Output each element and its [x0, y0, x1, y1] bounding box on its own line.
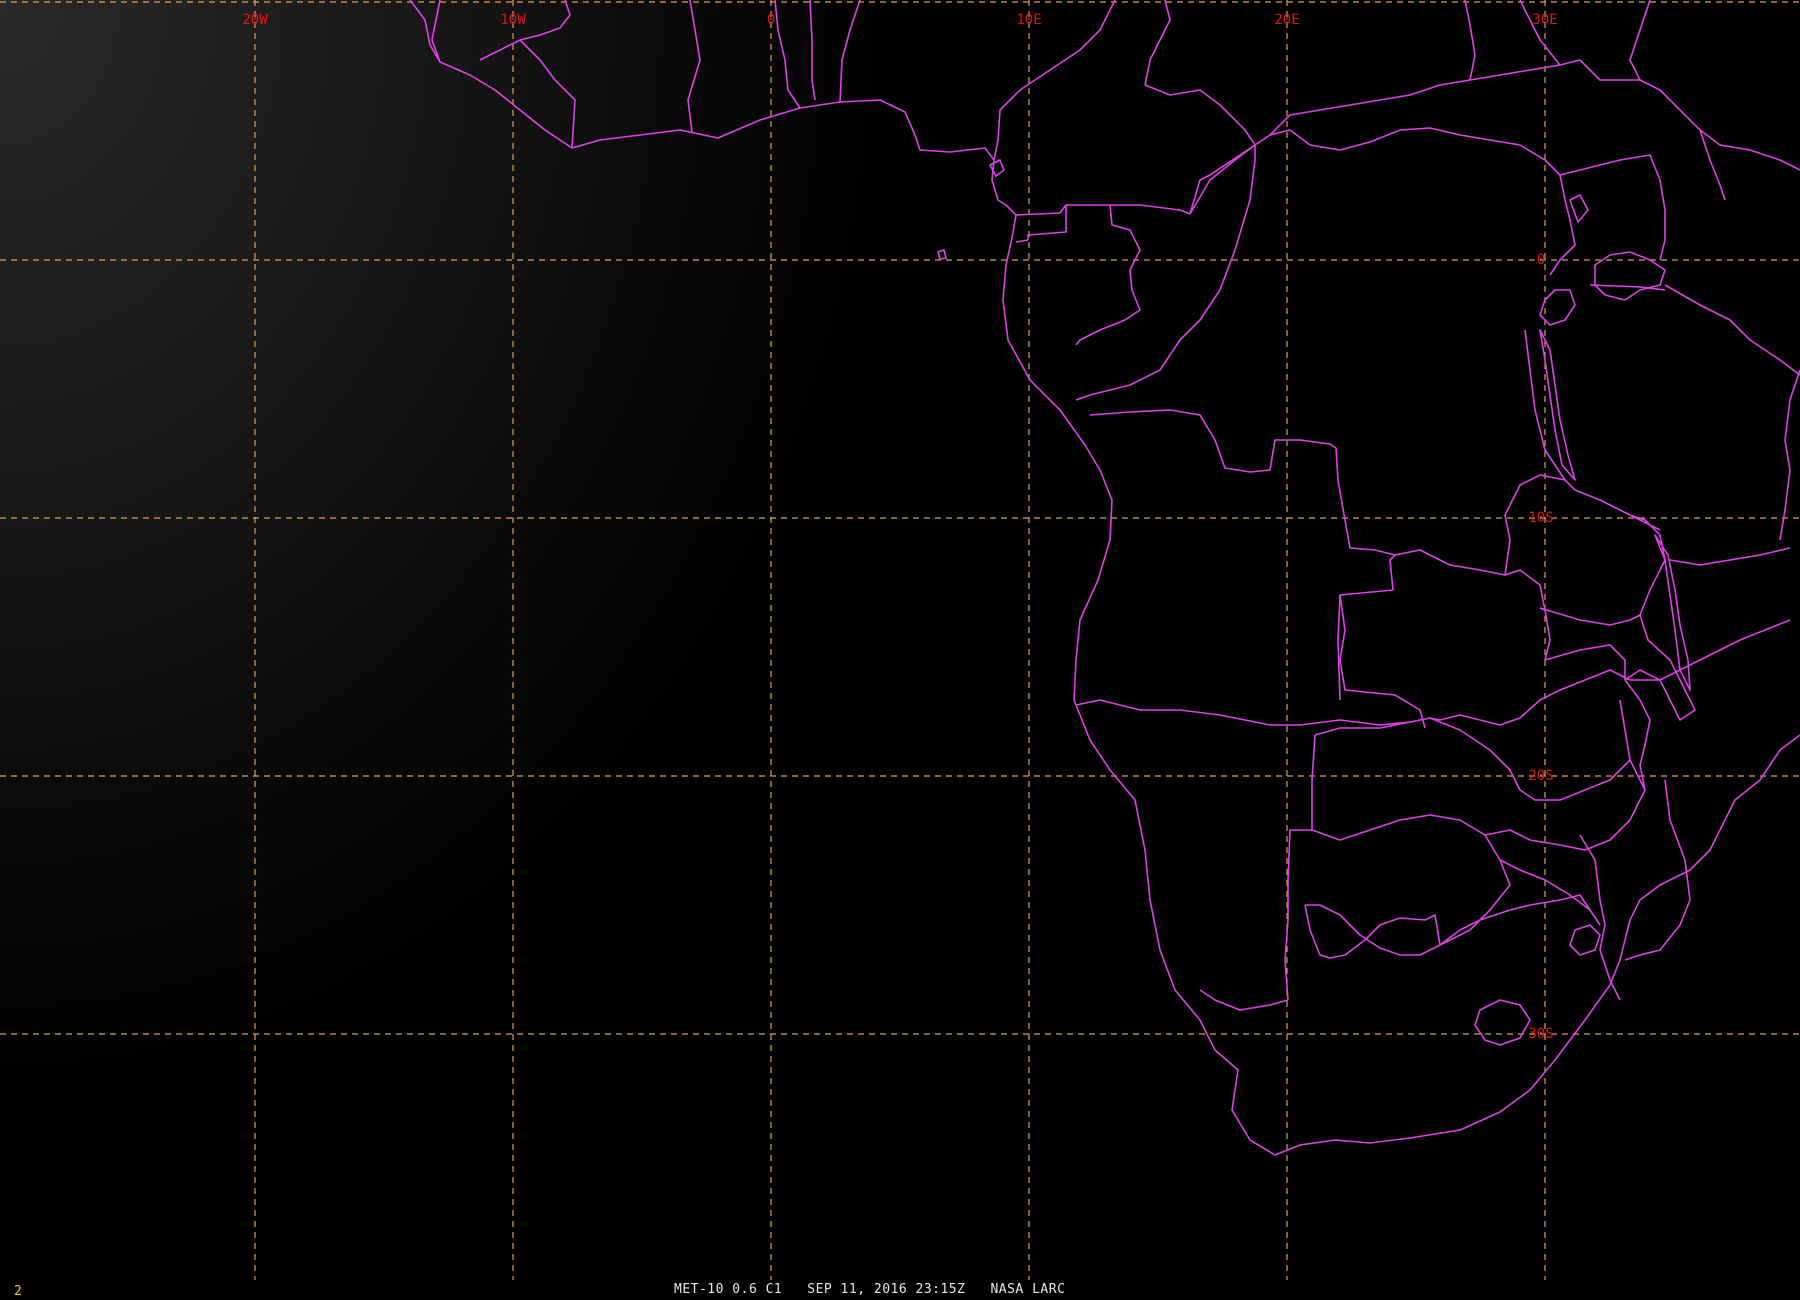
- longitude-label-30e: 30E: [1532, 12, 1557, 28]
- latitude-label-10s: 10S: [1528, 510, 1553, 526]
- lake-victoria: [1594, 251, 1666, 301]
- map-canvas[interactable]: 20W 10W 0 10E 20E 30E 0 10S 20S 30S: [0, 0, 1800, 1300]
- gabon-east-border: [1075, 204, 1141, 346]
- grid-labels: 20W 10W 0 10E 20E 30E 0 10S 20S 30S: [242, 12, 1557, 1042]
- congo-border: [1144, 84, 1256, 215]
- satellite-image-viewer[interactable]: 20W 10W 0 10E 20E 30E 0 10S 20S 30S 2 MET-10 0.6 …: [0, 0, 1800, 1300]
- cameroon-south-border: [1015, 204, 1191, 216]
- east-africa-border-2: [1464, 0, 1476, 81]
- image-date: SEP 11, 2016: [807, 1282, 908, 1297]
- product-info: MET-10 0.6 C1 SEP 11, 2016 23:15Z NASA L…: [674, 1282, 1065, 1297]
- latitude-label-30s: 30S: [1528, 1026, 1553, 1042]
- angola-south-border: [1075, 699, 1431, 726]
- longitude-label-20e: 20E: [1274, 12, 1299, 28]
- west-africa-border-4: [559, 0, 571, 29]
- kenya-tanzania-border: [1664, 284, 1800, 376]
- zambia-zimbabwe-border: [1429, 717, 1631, 801]
- west-africa-border-2: [479, 27, 561, 61]
- angola-north-border: [1089, 409, 1337, 473]
- channel-value: C1: [765, 1282, 783, 1297]
- zambia-border: [1339, 594, 1426, 729]
- uganda-west-border: [1549, 199, 1576, 276]
- west-africa-border-5: [687, 0, 701, 133]
- sao-tome-island: [937, 249, 947, 260]
- frame-number: 2: [14, 1284, 22, 1299]
- tanzania-south-border: [1574, 489, 1661, 531]
- congo-drc-border: [1075, 144, 1256, 401]
- namibia-north-border: [1429, 669, 1631, 726]
- drc-zambia-border: [1394, 549, 1546, 611]
- longitude-label-10e: 10E: [1016, 12, 1041, 28]
- image-time: 23:15Z: [915, 1282, 966, 1297]
- car-border: [1144, 0, 1171, 86]
- east-africa-border-1: [1519, 0, 1561, 66]
- satellite-name: MET-10: [674, 1282, 724, 1297]
- zambia-south-border: [1544, 609, 1551, 661]
- mozambique-coast: [1619, 734, 1800, 961]
- nigeria-east-border: [993, 89, 1021, 161]
- ethiopia-border: [1719, 144, 1800, 171]
- lat-lon-grid: [0, 0, 1800, 1280]
- zimbabwe-south-border: [1499, 859, 1601, 926]
- zambia-malawi-border: [1539, 607, 1641, 626]
- west-africa-border-7: [809, 0, 816, 101]
- namibia-south-border: [1199, 989, 1289, 1011]
- mozambique-north-border: [1630, 619, 1791, 681]
- zambia-mozambique-border: [1544, 644, 1626, 680]
- drc-north-border: [1254, 127, 1566, 201]
- west-africa-border-6: [774, 0, 801, 109]
- south-sudan-border: [1269, 59, 1581, 136]
- tanzania-mozambique-border: [1669, 547, 1791, 566]
- east-africa-border-3: [1579, 59, 1721, 146]
- botswana-south-border: [1304, 904, 1331, 959]
- namibia-east-border: [1284, 734, 1316, 1001]
- ethiopia-south-border: [1699, 129, 1726, 201]
- lesotho-border: [1474, 999, 1531, 1046]
- east-africa-border-4: [1629, 0, 1651, 81]
- status-bar: 2 MET-10 0.6 C1 SEP 11, 2016 23:15Z NASA…: [0, 1280, 1800, 1300]
- uganda-border: [1559, 154, 1666, 261]
- west-africa-border-8: [839, 0, 861, 103]
- country-borders: [409, 0, 1800, 1156]
- rwanda-burundi-border: [1539, 289, 1576, 326]
- longitude-label-20w: 20W: [242, 12, 268, 28]
- longitude-label-10w: 10W: [500, 12, 526, 28]
- data-source: NASA LARC: [990, 1282, 1066, 1297]
- lake-albert: [1569, 194, 1589, 223]
- gabon-border: [1015, 205, 1067, 243]
- latitude-label-20s: 20S: [1528, 768, 1553, 784]
- angola-east-border: [1335, 447, 1396, 701]
- west-africa-border-1: [431, 0, 441, 63]
- longitude-label-0: 0: [767, 12, 775, 28]
- eswatini-border: [1569, 924, 1601, 956]
- east-coast: [1779, 369, 1800, 541]
- mozambique-inner-border: [1624, 779, 1691, 961]
- west-africa-coastline: [409, 0, 1621, 1156]
- botswana-border: [1305, 814, 1511, 956]
- south-africa-border: [1439, 894, 1591, 946]
- band-value: 0.6: [732, 1282, 758, 1297]
- latitude-label-0: 0: [1537, 252, 1545, 268]
